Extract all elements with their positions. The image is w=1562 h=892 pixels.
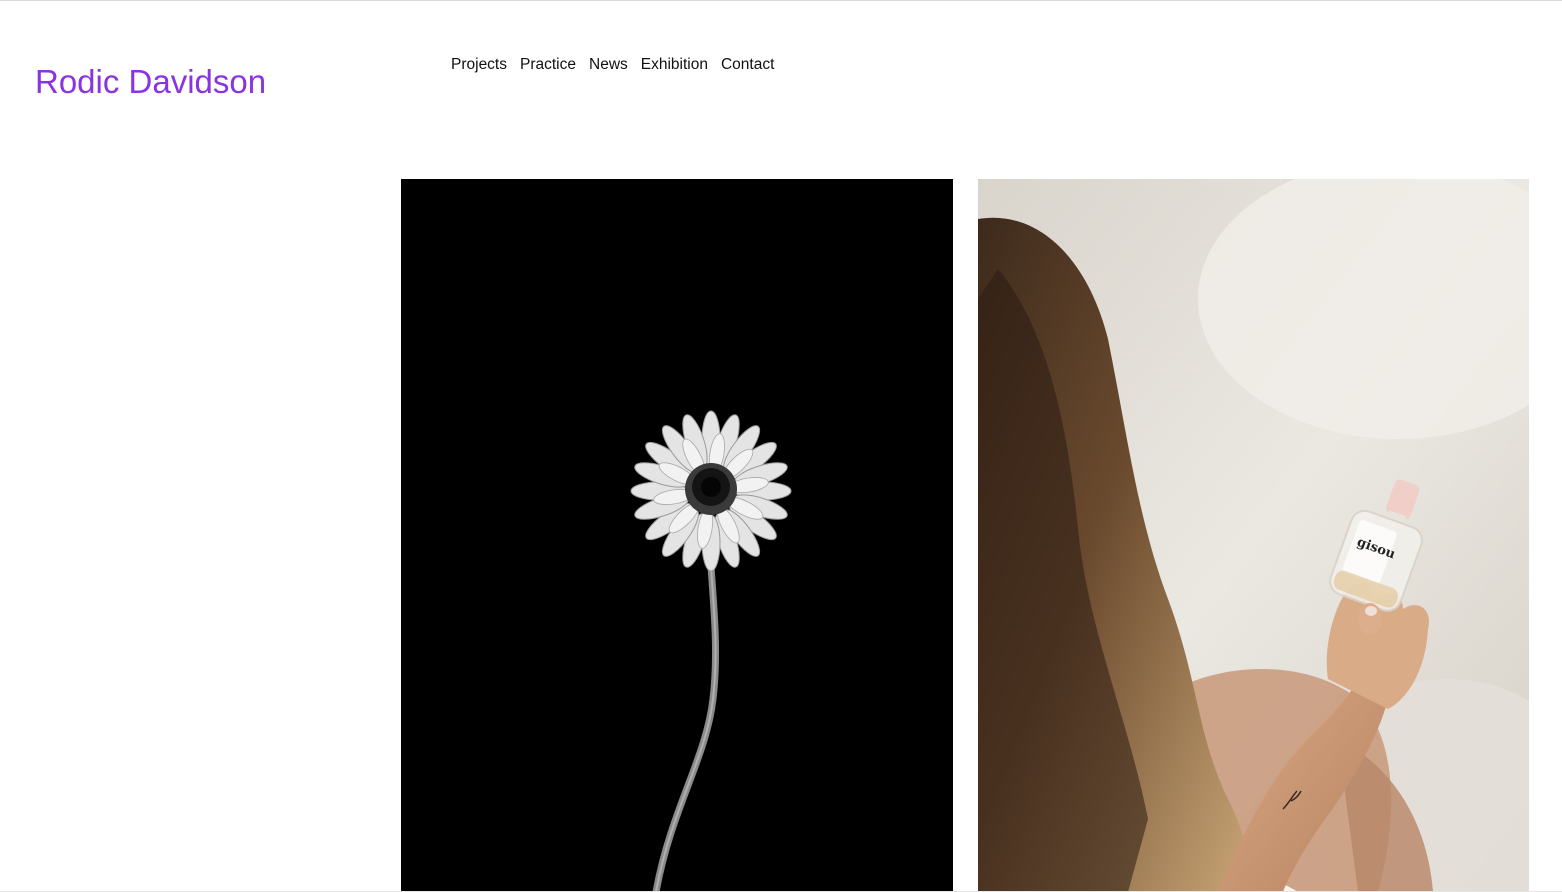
page: Rodic Davidson Projects Practice News Ex… [0,0,1562,892]
gallery-image-flower[interactable] [401,179,953,892]
woman-perfume-photo: gisou [978,179,1529,892]
nav-item-practice[interactable]: Practice [520,55,576,75]
nav-item-contact[interactable]: Contact [721,55,774,75]
nav-item-news[interactable]: News [589,55,628,75]
site-logo[interactable]: Rodic Davidson [35,62,266,102]
gallery-image-woman-perfume[interactable]: gisou [978,179,1529,892]
flower-photo [401,179,953,892]
main-nav: Projects Practice News Exhibition Contac… [451,55,774,75]
nav-item-exhibition[interactable]: Exhibition [641,55,708,75]
nav-item-projects[interactable]: Projects [451,55,507,75]
